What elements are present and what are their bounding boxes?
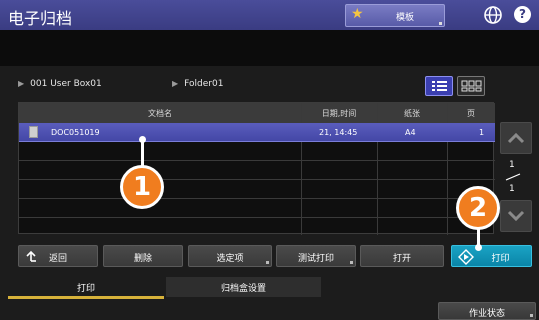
- test-print-label: 测试打印: [297, 254, 334, 264]
- callout-1-stem: [141, 140, 144, 166]
- page-up-button[interactable]: [500, 122, 532, 154]
- tab-box-settings-label: 归档盒设置: [220, 284, 266, 294]
- e-filing-screen: 电子归档 ★ 模板 ? ▶ 001 User Box01 ▶ Folder01: [0, 0, 539, 320]
- triangle-icon: ▶: [172, 79, 179, 88]
- title-bar: 电子归档 ★ 模板 ?: [0, 0, 539, 30]
- tab-print-label: 打印: [76, 284, 95, 294]
- options-label: 选定项: [216, 254, 244, 264]
- help-icon[interactable]: ?: [514, 6, 531, 23]
- total-pages: 1: [509, 184, 515, 194]
- table-header: 文档名 日期,时间 纸张 页: [19, 103, 495, 123]
- table-row-empty: [19, 161, 495, 180]
- message-area: [0, 30, 539, 66]
- breadcrumb-folder[interactable]: ▶ Folder01: [172, 79, 223, 89]
- chevron-down-icon: [507, 210, 525, 222]
- submenu-corner-icon: [266, 261, 269, 264]
- print-button[interactable]: 打印: [451, 245, 532, 267]
- tab-print[interactable]: 打印: [8, 277, 164, 299]
- tab-box-settings[interactable]: 归档盒设置: [166, 277, 321, 297]
- triangle-icon: ▶: [18, 79, 25, 88]
- document-table: 文档名 日期,时间 纸张 页 DOC051019 21, 14:45 A4 1: [18, 102, 495, 235]
- callout-2: 2: [456, 186, 500, 230]
- column-header-paper[interactable]: 纸张: [377, 108, 447, 119]
- callout-1: 1: [120, 165, 164, 209]
- app-title: 电子归档: [8, 9, 73, 28]
- template-button[interactable]: ★ 模板: [345, 4, 445, 27]
- open-button[interactable]: 打开: [360, 245, 444, 267]
- column-header-datetime[interactable]: 日期,时间: [301, 108, 377, 119]
- document-icon: [29, 126, 38, 138]
- breadcrumb: ▶ 001 User Box01 ▶ Folder01: [0, 66, 539, 102]
- active-tab-indicator: [8, 296, 164, 299]
- chevron-up-icon: [507, 132, 525, 144]
- back-label: 返回: [48, 254, 67, 264]
- star-icon: ★: [351, 6, 364, 22]
- print-label: 打印: [491, 254, 510, 264]
- column-header-name[interactable]: 文档名: [19, 108, 301, 119]
- open-label: 打开: [392, 254, 411, 264]
- globe-icon[interactable]: [483, 5, 503, 25]
- list-view-icon: [432, 81, 447, 91]
- breadcrumb-box-label: 001 User Box01: [30, 79, 102, 89]
- thumbnail-view-button[interactable]: [457, 76, 485, 96]
- back-button[interactable]: 返回: [18, 245, 98, 267]
- submenu-corner-icon: [350, 261, 353, 264]
- current-page: 1: [509, 160, 515, 170]
- submenu-corner-icon: [530, 314, 533, 317]
- table-row-empty: [19, 180, 495, 199]
- job-status-label: 作业状态: [468, 309, 505, 319]
- delete-label: 删除: [133, 254, 152, 264]
- job-status-button[interactable]: 作业状态: [438, 302, 536, 320]
- list-view-button[interactable]: [425, 76, 453, 96]
- table-row-empty: [19, 199, 495, 218]
- table-row[interactable]: DOC051019 21, 14:45 A4 1: [19, 123, 495, 142]
- cell-doc-name: DOC051019: [51, 128, 100, 137]
- delete-button[interactable]: 删除: [103, 245, 183, 267]
- breadcrumb-box[interactable]: ▶ 001 User Box01: [18, 79, 102, 89]
- test-print-button[interactable]: 测试打印: [276, 245, 356, 267]
- options-button[interactable]: 选定项: [188, 245, 272, 267]
- template-label: 模板: [396, 13, 415, 23]
- column-header-pages[interactable]: 页: [447, 108, 495, 119]
- page-down-button[interactable]: [500, 200, 532, 232]
- breadcrumb-folder-label: Folder01: [184, 79, 224, 89]
- cell-paper: A4: [405, 128, 416, 137]
- thumbnail-view-icon: [461, 80, 482, 92]
- page-slash-icon: [505, 173, 521, 181]
- callout-2-pointer-dot: [475, 244, 482, 251]
- submenu-corner-icon: [439, 22, 442, 25]
- cell-datetime: 21, 14:45: [319, 128, 358, 137]
- cell-pages: 1: [479, 128, 485, 137]
- table-row-empty: [19, 142, 495, 161]
